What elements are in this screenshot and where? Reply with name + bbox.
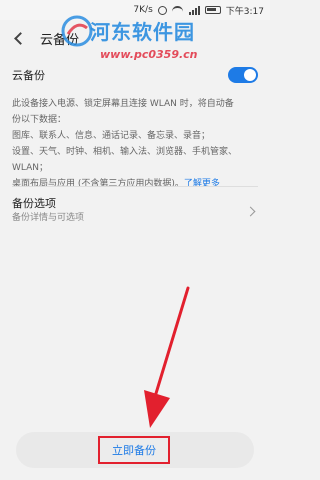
page-title: 云备份	[40, 32, 80, 48]
chevron-right-icon	[245, 206, 256, 216]
backup-options-title: 备份选项	[12, 197, 56, 210]
backup-now-button[interactable]: 立即备份	[98, 436, 170, 464]
description-last-line: 桌面布局与应用 (不含第三方应用内数据)。	[12, 179, 184, 189]
description-line: 设置、天气、时钟、相机、输入法、浏览器、手机管家、	[12, 147, 238, 157]
back-arrow-icon	[13, 31, 27, 45]
cloud-backup-label: 云备份	[12, 69, 45, 82]
description-line: 桌面布局与应用 (不含第三方应用内数据)。了解更多	[12, 176, 262, 192]
app-header: 云备份	[0, 20, 270, 56]
description-line: 此设备接入电源、锁定屏幕且连接 WLAN 时，将自动备	[12, 99, 234, 109]
backup-options-row[interactable]: 备份选项 备份详情与可选项	[0, 192, 270, 230]
network-speed: 7K/s	[133, 5, 153, 15]
divider	[12, 186, 258, 187]
cloud-backup-switch[interactable]	[228, 67, 258, 83]
description-line: 份以下数据：	[12, 115, 67, 125]
alarm-icon	[157, 5, 167, 15]
description-line: WLAN；	[12, 163, 49, 173]
status-bar: 7K/s 下午3:17	[0, 0, 270, 20]
clock: 下午3:17	[225, 6, 264, 17]
wifi-icon	[171, 6, 183, 14]
description-line: 图库、联系人、信息、通话记录、备忘录、录音；	[12, 131, 211, 141]
backup-description: 此设备接入电源、锁定屏幕且连接 WLAN 时，将自动备 份以下数据： 图库、联系…	[12, 96, 262, 192]
cloud-backup-row: 云备份	[0, 62, 270, 88]
signal-icon	[188, 5, 200, 15]
switch-knob	[244, 69, 256, 81]
back-button[interactable]	[0, 20, 36, 56]
annotation-arrow-icon	[144, 286, 190, 428]
backup-options-subtitle: 备份详情与可选项	[12, 213, 85, 223]
battery-icon	[204, 6, 221, 14]
learn-more-link[interactable]: 了解更多	[184, 179, 220, 189]
